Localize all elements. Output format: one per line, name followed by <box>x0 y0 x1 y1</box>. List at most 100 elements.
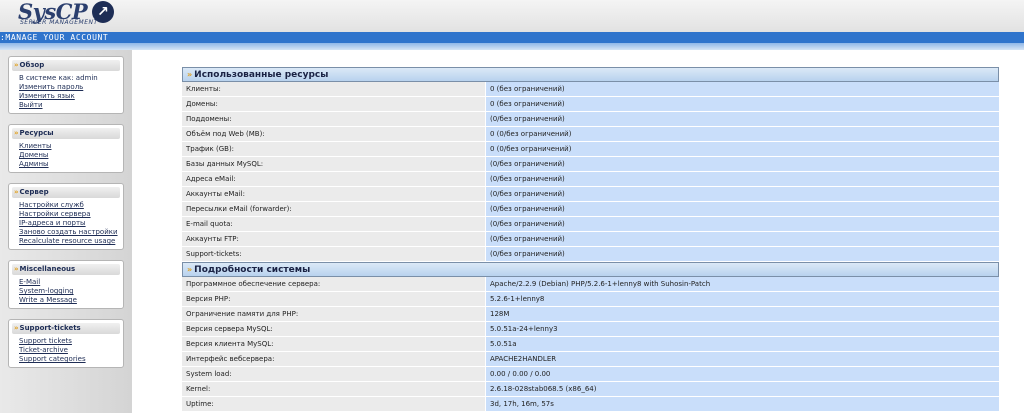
row-value: 0.00 / 0.00 / 0.00 <box>485 367 999 381</box>
menu-item-email[interactable]: E-Mail <box>19 278 123 287</box>
table-row: Support-tickets: (0/без ограничений) <box>182 247 999 262</box>
row-value: 0 (0/без ограничений) <box>485 142 999 156</box>
menu-header-label: Ресурсы <box>19 129 54 137</box>
row-value: 0 (без ограничений) <box>485 97 999 111</box>
row-value: (0/без ограничений) <box>485 172 999 186</box>
menu-header-label: Miscellaneous <box>19 265 76 273</box>
row-label: System load: <box>182 367 485 381</box>
page-title: :MANAGE YOUR ACCOUNT <box>0 33 109 42</box>
menu-header-server[interactable]: »Сервер <box>12 187 120 198</box>
chevron-right-icon: » <box>14 61 19 69</box>
row-value: 0 (без ограничений) <box>485 82 999 96</box>
row-value: (0/без ограничений) <box>485 187 999 201</box>
row-label: Поддомены: <box>182 112 485 126</box>
row-value: (0/без ограничений) <box>485 217 999 231</box>
title-bar: :MANAGE YOUR ACCOUNT <box>0 32 1024 43</box>
logo-subtitle: SERVER MANAGEMENT <box>20 19 98 26</box>
menu-item-change-language[interactable]: Изменить язык <box>19 92 123 101</box>
syscp-logo[interactable]: SysCP SERVER MANAGEMENT ↗ <box>16 0 116 31</box>
row-label: Трафик (GB): <box>182 142 485 156</box>
table-row: Пересылки eMail (forwarder): (0/без огран… <box>182 202 999 217</box>
menu-header-label: Обзор <box>19 61 45 69</box>
menu-item-rebuild-configs[interactable]: Заново создать настройки <box>19 228 123 237</box>
row-label: Программное обеспечение сервера: <box>182 277 485 291</box>
menu-box-support-tickets: »Support-tickets Support tickets Ticket-… <box>8 319 124 368</box>
row-value: 5.2.6-1+lenny8 <box>485 292 999 306</box>
chevron-right-icon: » <box>14 324 19 332</box>
menu-item-domains[interactable]: Домены <box>19 151 123 160</box>
menu-item-customers[interactable]: Клиенты <box>19 142 123 151</box>
menu-item-server-settings[interactable]: Настройки сервера <box>19 210 123 219</box>
row-label: Адреса eMail: <box>182 172 485 186</box>
chevron-right-icon: » <box>14 188 19 196</box>
table-row: Домены: 0 (без ограничений) <box>182 97 999 112</box>
table-row: Поддомены: (0/без ограничений) <box>182 112 999 127</box>
system-table: Программное обеспечение сервера: Apache/2… <box>182 277 999 412</box>
chevron-right-icon: » <box>14 265 19 273</box>
row-label: Пересылки eMail (forwarder): <box>182 202 485 216</box>
menu-header-miscellaneous[interactable]: »Miscellaneous <box>12 264 120 275</box>
menu-item-write-message[interactable]: Write a Message <box>19 296 123 305</box>
section-header-system: » Подробности системы <box>182 262 999 277</box>
menu-header-support-tickets[interactable]: »Support-tickets <box>12 323 120 334</box>
section-title: Подробности системы <box>194 265 311 275</box>
header-divider <box>0 43 1024 50</box>
table-row: E-mail quota: (0/без ограничений) <box>182 217 999 232</box>
row-label: Объём под Web (MB): <box>182 127 485 141</box>
row-label: Домены: <box>182 97 485 111</box>
chevron-right-icon: » <box>187 70 193 79</box>
table-row: System load: 0.00 / 0.00 / 0.00 <box>182 367 999 382</box>
menu-header-label: Сервер <box>19 188 49 196</box>
menu-item-service-settings[interactable]: Настройки служб <box>19 201 123 210</box>
menu-item-recalculate-usage[interactable]: Recalculate resource usage <box>19 237 123 246</box>
row-label: Клиенты: <box>182 82 485 96</box>
row-value: APACHE2HANDLER <box>485 352 999 366</box>
row-value: 128M <box>485 307 999 321</box>
table-row: Uptime: 3d, 17h, 16m, 57s <box>182 397 999 412</box>
row-value: (0/без ограничений) <box>485 202 999 216</box>
logged-in-as-text: В системе как: admin <box>19 74 98 82</box>
row-label: Uptime: <box>182 397 485 411</box>
section-header-resources: » Использованные ресурсы <box>182 67 999 82</box>
table-row: Программное обеспечение сервера: Apache/2… <box>182 277 999 292</box>
section-title: Использованные ресурсы <box>194 70 329 80</box>
menu-item-support-tickets[interactable]: Support tickets <box>19 337 123 346</box>
menu-item-ticket-archive[interactable]: Ticket-archive <box>19 346 123 355</box>
table-row: Базы данных MySQL: (0/без ограничений) <box>182 157 999 172</box>
menu-box-resources: »Ресурсы Клиенты Домены Админы <box>8 124 124 173</box>
row-label: E-mail quota: <box>182 217 485 231</box>
menu-item-admins[interactable]: Админы <box>19 160 123 169</box>
row-label: Аккаунты eMail: <box>182 187 485 201</box>
row-value: (0/без ограничений) <box>485 112 999 126</box>
menu-header-resources[interactable]: »Ресурсы <box>12 128 120 139</box>
table-row: Версия клиента MySQL: 5.0.51a <box>182 337 999 352</box>
menu-box-server: »Сервер Настройки служб Настройки сервер… <box>8 183 124 250</box>
header-bar: SysCP SERVER MANAGEMENT ↗ <box>0 0 1024 32</box>
row-label: Ограничение памяти для PHP: <box>182 307 485 321</box>
menu-item-change-password[interactable]: Изменить пароль <box>19 83 123 92</box>
row-value: (0/без ограничений) <box>485 247 999 261</box>
menu-item-system-logging[interactable]: System-logging <box>19 287 123 296</box>
menu-header-label: Support-tickets <box>19 324 81 332</box>
row-value: 2.6.18-028stab068.5 (x86_64) <box>485 382 999 396</box>
table-row: Интерфейс вебсервера: APACHE2HANDLER <box>182 352 999 367</box>
menu-item-ip-ports[interactable]: IP-адреса и порты <box>19 219 123 228</box>
menu-header-overview[interactable]: »Обзор <box>12 60 120 71</box>
row-label: Интерфейс вебсервера: <box>182 352 485 366</box>
resources-table: Клиенты: 0 (без ограничений) Домены: 0 (бе… <box>182 82 999 262</box>
row-value: (0/без ограничений) <box>485 232 999 246</box>
row-label: Kernel: <box>182 382 485 396</box>
row-value: 0 (0/без ограничений) <box>485 127 999 141</box>
row-label: Базы данных MySQL: <box>182 157 485 171</box>
row-label: Версия PHP: <box>182 292 485 306</box>
menu-box-overview: »Обзор В системе как: admin Изменить пар… <box>8 56 124 114</box>
table-row: Аккаунты FTP: (0/без ограничений) <box>182 232 999 247</box>
menu-item-support-categories[interactable]: Support categories <box>19 355 123 364</box>
sidebar: »Обзор В системе как: admin Изменить пар… <box>0 50 132 413</box>
row-value: (0/без ограничений) <box>485 157 999 171</box>
chevron-right-icon: » <box>187 265 193 274</box>
table-row: Ограничение памяти для PHP: 128M <box>182 307 999 322</box>
row-value: 5.0.51a-24+lenny3 <box>485 322 999 336</box>
table-row: Версия сервера MySQL: 5.0.51a-24+lenny3 <box>182 322 999 337</box>
menu-item-logout[interactable]: Выйти <box>19 101 123 110</box>
